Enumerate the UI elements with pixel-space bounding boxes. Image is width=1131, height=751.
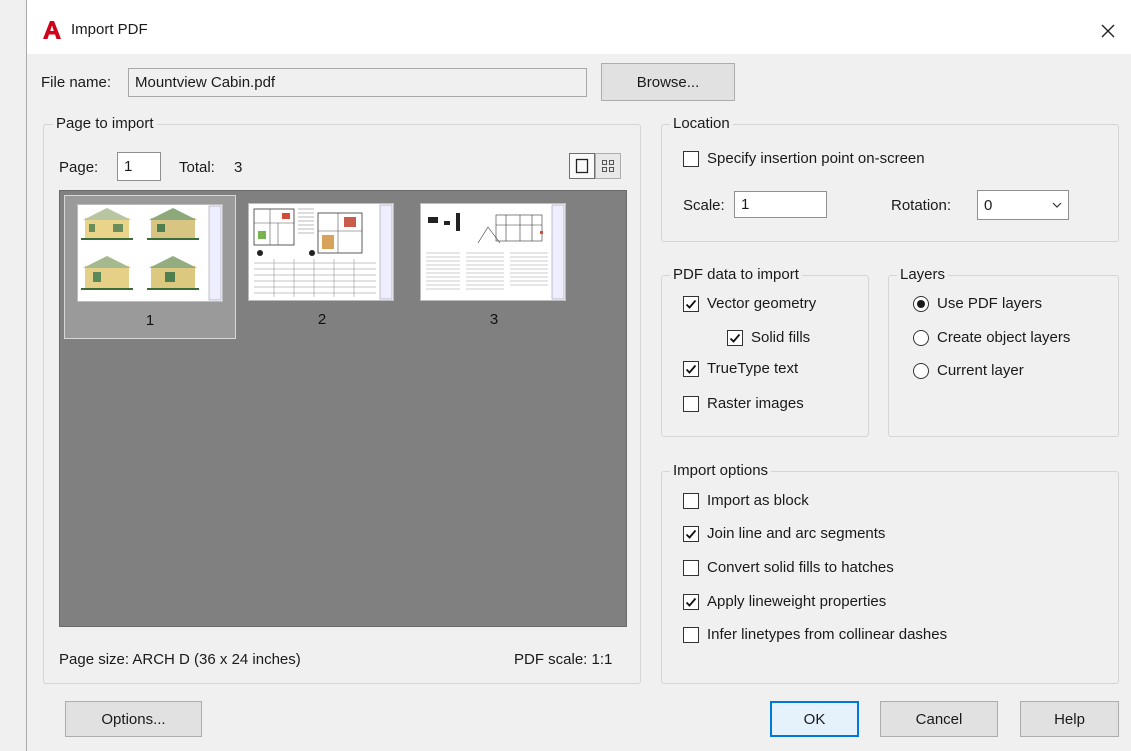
close-button[interactable] xyxy=(1091,14,1125,48)
pdf-data-title: PDF data to import xyxy=(670,266,802,283)
page-2-preview-image xyxy=(248,203,394,301)
autocad-logo-icon xyxy=(41,19,63,41)
page-label: Page: xyxy=(59,159,99,176)
page-1-preview-image xyxy=(77,204,223,302)
help-button[interactable]: Help xyxy=(1020,701,1119,737)
page-thumbnail-2[interactable]: 2 xyxy=(236,195,408,339)
infer-linetypes-option[interactable]: Infer linetypes from collinear dashes xyxy=(683,626,947,643)
vector-geometry-label: Vector geometry xyxy=(707,295,817,312)
rotation-label: Rotation: xyxy=(891,197,952,214)
single-page-view-button[interactable] xyxy=(569,153,595,179)
page-thumbnail-number: 2 xyxy=(317,311,327,328)
total-value: 3 xyxy=(234,159,243,176)
raster-images-label: Raster images xyxy=(707,395,804,412)
cancel-button[interactable]: Cancel xyxy=(880,701,998,737)
thumbnail-grid-view-button[interactable] xyxy=(595,153,621,179)
page-thumbnail-number: 1 xyxy=(145,312,155,329)
ok-button[interactable]: OK xyxy=(770,701,859,737)
file-name-field: Mountview Cabin.pdf xyxy=(128,68,587,97)
chevron-down-icon xyxy=(1052,202,1062,208)
join-segments-checkbox[interactable] xyxy=(683,525,699,542)
create-object-layers-radio[interactable] xyxy=(913,329,929,346)
apply-lineweight-option[interactable]: Apply lineweight properties xyxy=(683,593,886,610)
specify-insertion-option[interactable]: Specify insertion point on-screen xyxy=(683,150,925,167)
page-thumbnail-1[interactable]: 1 xyxy=(64,195,236,339)
truetype-text-checkbox[interactable] xyxy=(683,360,699,377)
use-pdf-layers-option[interactable]: Use PDF layers xyxy=(913,295,1042,312)
specify-insertion-checkbox[interactable] xyxy=(683,150,699,167)
grid-icon xyxy=(602,160,614,172)
pdf-scale-text: PDF scale: 1:1 xyxy=(514,651,613,668)
file-name-label: File name: xyxy=(41,74,112,91)
close-icon xyxy=(1101,24,1115,38)
current-layer-label: Current layer xyxy=(937,362,1024,379)
page-thumbnail-3[interactable]: 3 xyxy=(408,195,580,339)
scale-input[interactable]: 1 xyxy=(734,191,827,218)
raster-images-option[interactable]: Raster images xyxy=(683,395,804,412)
import-options-title: Import options xyxy=(670,462,772,479)
location-group xyxy=(661,124,1119,242)
convert-fills-checkbox[interactable] xyxy=(683,559,699,576)
create-object-layers-option[interactable]: Create object layers xyxy=(913,329,1070,346)
solid-fills-checkbox[interactable] xyxy=(727,329,743,346)
raster-images-checkbox[interactable] xyxy=(683,395,699,412)
truetype-text-option[interactable]: TrueType text xyxy=(683,360,798,377)
create-object-layers-label: Create object layers xyxy=(937,329,1071,346)
options-button[interactable]: Options... xyxy=(65,701,202,737)
title-bar[interactable]: Import PDF xyxy=(27,0,1131,54)
location-title: Location xyxy=(670,115,733,132)
total-label: Total: xyxy=(179,159,215,176)
convert-fills-label: Convert solid fills to hatches xyxy=(707,559,894,576)
current-layer-radio[interactable] xyxy=(913,362,929,379)
scale-label: Scale: xyxy=(683,197,725,214)
browse-button[interactable]: Browse... xyxy=(601,63,735,101)
import-pdf-dialog: Import PDF File name: Mountview Cabin.pd… xyxy=(26,0,1131,751)
specify-insertion-label: Specify insertion point on-screen xyxy=(707,150,925,167)
vector-geometry-checkbox[interactable] xyxy=(683,295,699,312)
infer-linetypes-checkbox[interactable] xyxy=(683,626,699,643)
apply-lineweight-label: Apply lineweight properties xyxy=(707,593,887,610)
rotation-value: 0 xyxy=(984,196,993,214)
page-number-input[interactable]: 1 xyxy=(117,152,161,181)
current-layer-option[interactable]: Current layer xyxy=(913,362,1024,379)
page-thumbnail-number: 3 xyxy=(489,311,499,328)
convert-fills-option[interactable]: Convert solid fills to hatches xyxy=(683,559,894,576)
use-pdf-layers-label: Use PDF layers xyxy=(937,295,1043,312)
import-as-block-label: Import as block xyxy=(707,492,809,509)
import-as-block-checkbox[interactable] xyxy=(683,492,699,509)
page-to-import-title: Page to import xyxy=(53,115,157,132)
layers-title: Layers xyxy=(897,266,949,283)
rotation-dropdown[interactable]: 0 xyxy=(977,190,1069,220)
window-title: Import PDF xyxy=(71,21,148,38)
solid-fills-option[interactable]: Solid fills xyxy=(727,329,810,346)
page-preview-area: 1 2 3 xyxy=(59,190,627,627)
single-page-icon xyxy=(575,158,589,174)
view-mode-toggle xyxy=(569,153,621,179)
truetype-text-label: TrueType text xyxy=(707,360,799,377)
apply-lineweight-checkbox[interactable] xyxy=(683,593,699,610)
infer-linetypes-label: Infer linetypes from collinear dashes xyxy=(707,626,948,643)
page-3-preview-image xyxy=(420,203,566,301)
join-segments-label: Join line and arc segments xyxy=(707,525,886,542)
join-segments-option[interactable]: Join line and arc segments xyxy=(683,525,885,542)
vector-geometry-option[interactable]: Vector geometry xyxy=(683,295,816,312)
solid-fills-label: Solid fills xyxy=(751,329,811,346)
import-as-block-option[interactable]: Import as block xyxy=(683,492,809,509)
page-size-text: Page size: ARCH D (36 x 24 inches) xyxy=(59,651,301,668)
use-pdf-layers-radio[interactable] xyxy=(913,295,929,312)
